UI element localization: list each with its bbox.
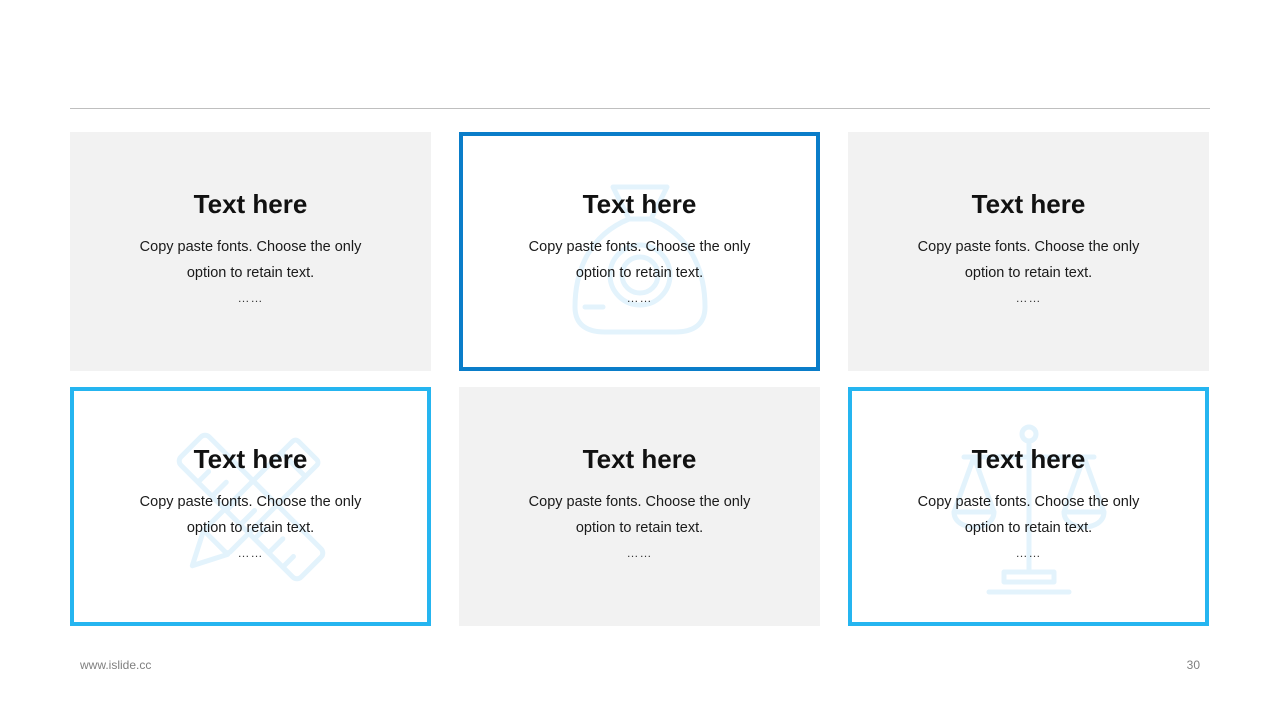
card-description-line-2: option to retain text. [186,265,315,281]
card-ellipsis: …… [237,291,264,305]
card-description: Copy paste fonts. Choose the only option… [848,234,1209,286]
footer-website-link[interactable]: www.islide.cc [80,658,151,672]
card-title: Text here [193,189,308,219]
header-divider [70,108,1210,109]
card-description-line-2: option to retain text. [964,520,1093,536]
feature-card-3: Text here Copy paste fonts. Choose the o… [848,132,1209,371]
card-title: Text here [971,189,1086,219]
card-description: Copy paste fonts. Choose the only option… [74,489,427,541]
card-description: Copy paste fonts. Choose the only option… [463,234,816,286]
card-description-line-2: option to retain text. [964,265,1093,281]
feature-card-2: Text here Copy paste fonts. Choose the o… [459,132,820,371]
card-description-line-2: option to retain text. [575,265,704,281]
card-description-line-1: Copy paste fonts. Choose the only [917,239,1140,255]
card-title: Text here [582,189,697,219]
card-ellipsis: …… [1015,546,1042,560]
card-ellipsis: …… [237,546,264,560]
card-title: Text here [193,444,308,474]
card-ellipsis: …… [626,291,653,305]
feature-card-1: Text here Copy paste fonts. Choose the o… [70,132,431,371]
card-description: Copy paste fonts. Choose the only option… [70,234,431,286]
card-description-line-2: option to retain text. [575,520,704,536]
card-description-line-1: Copy paste fonts. Choose the only [917,494,1140,510]
card-description-line-1: Copy paste fonts. Choose the only [528,494,751,510]
card-title: Text here [971,444,1086,474]
feature-card-4: Text here Copy paste fonts. Choose the o… [70,387,431,626]
feature-card-6: Text here Copy paste fonts. Choose the o… [848,387,1209,626]
page-number: 30 [1186,658,1200,672]
card-description: Copy paste fonts. Choose the only option… [852,489,1205,541]
card-ellipsis: …… [626,546,653,560]
feature-card-5: Text here Copy paste fonts. Choose the o… [459,387,820,626]
card-description-line-1: Copy paste fonts. Choose the only [528,239,751,255]
card-description-line-2: option to retain text. [186,520,315,536]
card-description: Copy paste fonts. Choose the only option… [459,489,820,541]
card-title: Text here [582,444,697,474]
card-description-line-1: Copy paste fonts. Choose the only [139,494,362,510]
card-ellipsis: …… [1015,291,1042,305]
card-description-line-1: Copy paste fonts. Choose the only [139,239,362,255]
